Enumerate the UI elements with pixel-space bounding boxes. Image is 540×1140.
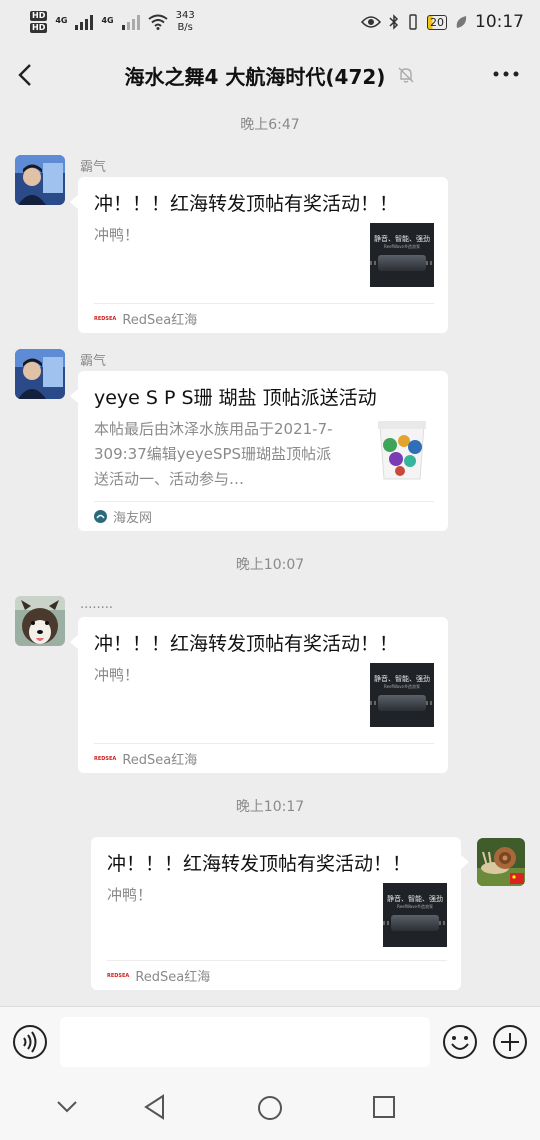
haiyou-logo-icon [94,510,107,523]
redsea-logo: REDSEA [107,972,130,979]
network-speed: 343 B/s [175,10,195,33]
card-title: 冲！！！红海转发顶帖有奖活动！！ [107,853,412,875]
card-source: REDSEA RedSea红海 [107,960,447,990]
card-thumbnail: 静音、智能、强劲 ReefWave®造浪泵 [370,223,434,287]
leaf-icon [456,16,467,28]
sender-name: ........ [80,597,114,612]
signal-icon [75,14,94,30]
status-bar: HD HD 4G 4G 343 B/s 20 10:17 [0,0,540,44]
home-circle-icon[interactable] [257,1095,283,1121]
message-input[interactable] [60,1017,430,1067]
source-name: 海友网 [113,511,153,526]
status-time: 10:17 [475,12,524,32]
source-name: RedSea红海 [135,970,211,985]
eye-icon [361,16,381,28]
hd1-badge: HD [30,11,48,21]
card-description: 冲鸭！ [94,226,140,244]
card-title: 冲！！！红海转发顶帖有奖活动！！ [94,633,399,655]
wifi-icon [148,14,168,30]
source-name: RedSea红海 [122,313,198,328]
network-type-2: 4G [101,16,114,25]
card-thumbnail [370,417,434,481]
back-triangle-icon[interactable] [143,1094,167,1120]
sender-name: 霸气 [80,354,107,369]
more-icon[interactable] [492,64,520,84]
link-card[interactable]: 冲！！！红海转发顶帖有奖活动！！ 冲鸭！ 静音、智能、强劲 ReefWave®造… [91,837,469,990]
card-source: REDSEA RedSea红海 [94,743,434,773]
card-description: 本帖最后由沐泽水族用品于2021-7-309:37编辑yeyeSPS珊瑚盐顶帖派… [94,420,333,488]
bluetooth-icon [389,14,399,30]
plus-icon[interactable] [492,1024,528,1060]
voice-icon[interactable] [12,1024,48,1060]
back-icon[interactable] [14,61,38,89]
recents-square-icon[interactable] [373,1096,395,1118]
timestamp: 晚上10:07 [235,557,305,573]
redsea-logo: REDSEA [94,755,117,762]
card-thumbnail: 静音、智能、强劲 ReefWave®造浪泵 [370,663,434,727]
signal-icon-2 [121,14,140,30]
sender-name: 霸气 [80,160,107,175]
source-name: RedSea红海 [122,753,198,768]
timestamp: 晚上6:47 [240,117,300,133]
my-avatar[interactable] [477,838,525,886]
hd2-badge: HD [30,23,48,33]
vibrate-icon [409,14,417,30]
battery-indicator: 20 [427,14,447,30]
card-thumbnail: 静音、智能、强劲 ReefWave®造浪泵 [383,883,447,947]
network-type-1: 4G [55,16,68,25]
link-card[interactable]: 冲！！！红海转发顶帖有奖活动！！ 冲鸭！ 静音、智能、强劲 ReefWave®造… [70,177,448,333]
link-card[interactable]: yeye S P S珊 瑚盐 顶帖派送活动 本帖最后由沐泽水族用品于2021-7… [70,371,448,531]
emoji-icon[interactable] [442,1024,478,1060]
link-card[interactable]: 冲！！！红海转发顶帖有奖活动！！ 冲鸭！ 静音、智能、强劲 ReefWave®造… [70,617,448,773]
mute-bell-icon [398,67,414,83]
avatar[interactable] [15,155,65,205]
chat-title: 海水之舞4 大航海时代(472) [124,64,386,89]
card-title: 冲！！！红海转发顶帖有奖活动！！ [94,193,399,215]
timestamp: 晚上10:17 [235,799,305,815]
card-description: 冲鸭！ [107,886,153,904]
avatar[interactable] [15,596,65,646]
chevron-down-icon[interactable] [56,1100,78,1114]
avatar[interactable] [15,349,65,399]
input-bar [0,1006,540,1076]
redsea-logo: REDSEA [94,315,117,322]
card-source: 海友网 [94,501,434,531]
card-title: yeye S P S珊 瑚盐 顶帖派送活动 [94,387,377,409]
card-description: 冲鸭！ [94,666,140,684]
chat-header: 海水之舞4 大航海时代(472) [0,44,540,106]
system-navigation-bar [0,1076,540,1140]
card-source: REDSEA RedSea红海 [94,303,434,333]
